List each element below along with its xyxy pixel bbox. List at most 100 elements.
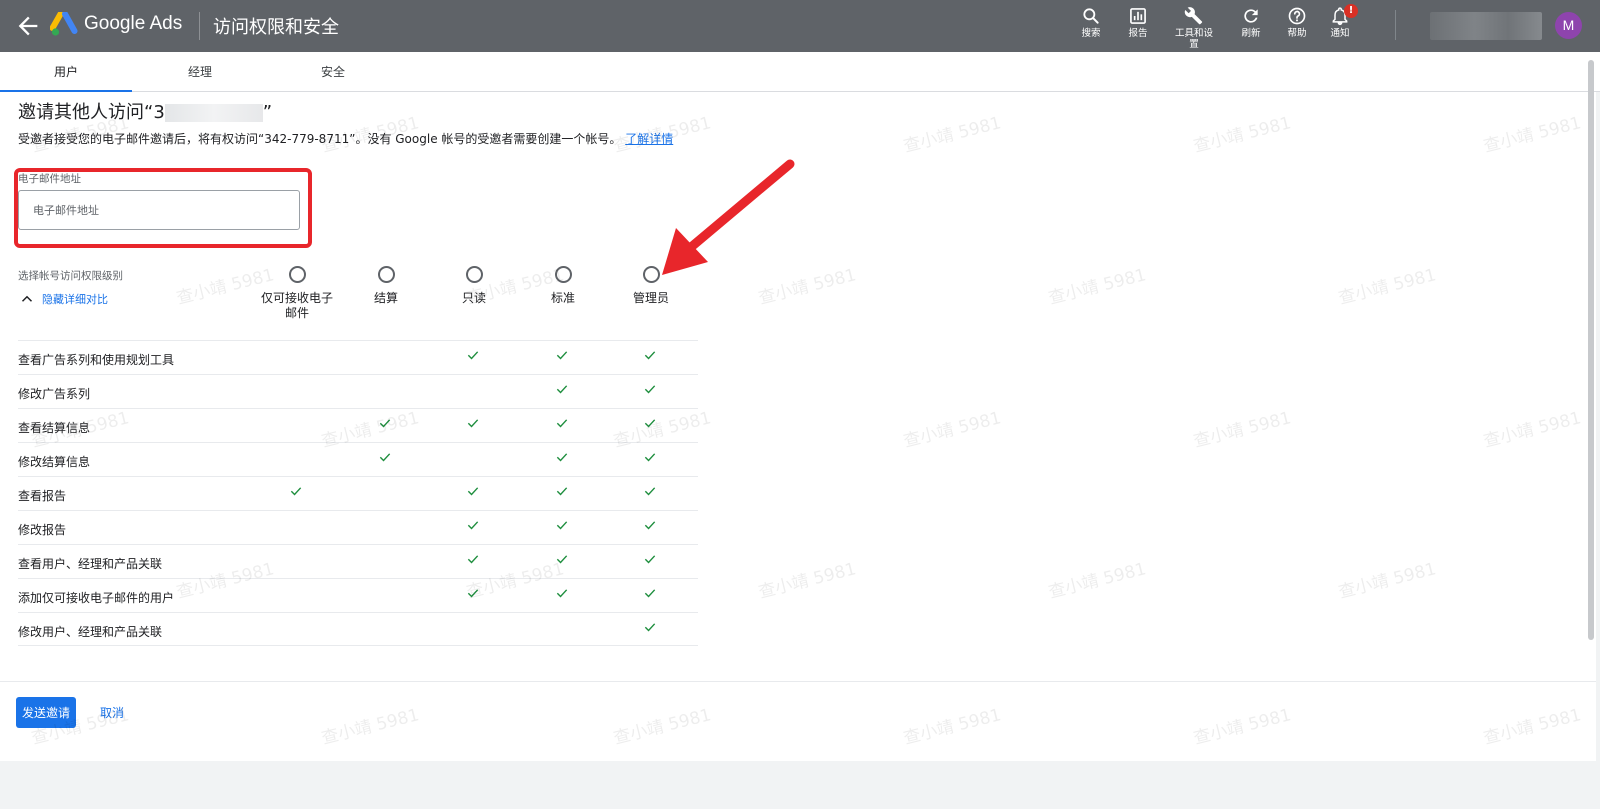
check-icon bbox=[556, 521, 568, 530]
invite-description: 受邀者接受您的电子邮件邀请后，将有权访问“342-779-8711”。没有 Go… bbox=[18, 130, 673, 147]
check-icon bbox=[556, 453, 568, 462]
permission-label: 修改报告 bbox=[18, 523, 67, 537]
radio-billing[interactable] bbox=[377, 266, 395, 283]
invite-title-prefix: 邀请其他人访问“3 bbox=[18, 102, 165, 123]
refresh-icon bbox=[1244, 9, 1258, 23]
back-arrow-icon[interactable] bbox=[14, 12, 42, 40]
top-app-bar: Google Ads 访问权限和安全 搜索 报告 工具和设置 刷新 帮助 ! 通… bbox=[0, 0, 1600, 52]
notification-badge: ! bbox=[1344, 4, 1358, 18]
role-label-admin: 管理员 bbox=[632, 291, 669, 305]
check-icon bbox=[556, 487, 568, 496]
tab-bar: 用户 经理 安全 bbox=[0, 52, 1600, 93]
permission-label: 添加仅可接收电子邮件的用户 bbox=[18, 591, 175, 605]
check-icon bbox=[644, 351, 656, 360]
permission-label: 查看广告系列和使用规划工具 bbox=[18, 353, 175, 367]
wrench-icon bbox=[1184, 7, 1203, 25]
cancel-button[interactable]: 取消 bbox=[92, 697, 132, 728]
role-admin: 管理员 bbox=[606, 266, 696, 306]
check-icon bbox=[556, 555, 568, 564]
invite-card: 邀请其他人访问“3 ” 受邀者接受您的电子邮件邀请后，将有权访问“342-779-… bbox=[0, 92, 1596, 761]
chevron-up-icon bbox=[21, 295, 33, 302]
reports-tool-label: 报告 bbox=[1128, 28, 1148, 39]
radio-admin[interactable] bbox=[642, 266, 660, 283]
account-info-redacted[interactable] bbox=[1430, 12, 1542, 40]
role-billing: 结算 bbox=[341, 266, 431, 306]
hide-comparison-label: 隐藏详细对比 bbox=[42, 293, 108, 306]
check-icon bbox=[556, 385, 568, 394]
bar-chart-icon bbox=[1130, 8, 1146, 24]
permission-label: 查看结算信息 bbox=[18, 421, 91, 435]
permission-row: 查看结算信息 bbox=[18, 408, 698, 442]
invite-description-text: 受邀者接受您的电子邮件邀请后，将有权访问“342-779-8711”。没有 Go… bbox=[18, 132, 622, 146]
permission-row: 查看报告 bbox=[18, 476, 698, 510]
check-icon bbox=[467, 419, 479, 428]
permission-label: 修改广告系列 bbox=[18, 387, 91, 401]
permission-comparison-table: 查看广告系列和使用规划工具 修改广告系列 查看结算信息 修改结算信息 查看报告修改报告查… bbox=[18, 340, 698, 646]
email-input[interactable] bbox=[18, 190, 300, 230]
check-icon bbox=[644, 589, 656, 598]
role-label-billing: 结算 bbox=[373, 291, 398, 305]
tab-users[interactable]: 用户 bbox=[0, 52, 132, 93]
tools-settings-label: 工具和设置 bbox=[1174, 28, 1213, 50]
help-icon bbox=[1288, 7, 1306, 25]
notifications-tool-label: 通知 bbox=[1330, 28, 1350, 39]
check-icon bbox=[556, 589, 568, 598]
check-icon bbox=[467, 487, 479, 496]
tab-security[interactable]: 安全 bbox=[267, 52, 399, 92]
page-scrollbar[interactable] bbox=[1588, 60, 1594, 640]
check-icon bbox=[644, 419, 656, 428]
check-icon bbox=[290, 487, 302, 496]
radio-standard[interactable] bbox=[554, 266, 572, 283]
check-icon bbox=[467, 589, 479, 598]
check-icon bbox=[644, 623, 656, 632]
permission-label: 修改用户、经理和产品关联 bbox=[18, 625, 163, 639]
role-read-only: 只读 bbox=[429, 266, 519, 306]
search-icon bbox=[1083, 8, 1099, 24]
hide-comparison-toggle[interactable]: 隐藏详细对比 bbox=[18, 290, 108, 308]
notifications-tool-button[interactable]: ! 通知 bbox=[1308, 4, 1372, 39]
access-level-label: 选择帐号访问权限级别 bbox=[18, 270, 123, 282]
check-icon bbox=[467, 521, 479, 530]
check-icon bbox=[644, 555, 656, 564]
send-invite-button[interactable]: 发送邀请 bbox=[16, 697, 76, 728]
tools-settings-button[interactable]: 工具和设置 bbox=[1162, 4, 1226, 50]
check-icon bbox=[379, 453, 391, 462]
permission-row: 查看广告系列和使用规划工具 bbox=[18, 340, 698, 374]
permission-row: 修改用户、经理和产品关联 bbox=[18, 612, 698, 646]
invite-title: 邀请其他人访问“3 ” bbox=[18, 98, 272, 124]
permission-row: 修改报告 bbox=[18, 510, 698, 544]
check-icon bbox=[644, 487, 656, 496]
check-icon bbox=[556, 351, 568, 360]
check-icon bbox=[644, 521, 656, 530]
check-icon bbox=[644, 385, 656, 394]
check-icon bbox=[644, 453, 656, 462]
permission-row: 添加仅可接收电子邮件的用户 bbox=[18, 578, 698, 612]
role-label-standard: 标准 bbox=[550, 291, 575, 305]
radio-email-only[interactable] bbox=[288, 266, 306, 283]
header-divider-right bbox=[1395, 10, 1396, 40]
reports-tool-button[interactable]: 报告 bbox=[1106, 4, 1170, 39]
permission-row: 修改广告系列 bbox=[18, 374, 698, 408]
check-icon bbox=[467, 351, 479, 360]
google-ads-logo-icon bbox=[50, 12, 78, 36]
header-divider bbox=[199, 12, 200, 40]
permission-label: 查看用户、经理和产品关联 bbox=[18, 557, 163, 571]
tab-managers[interactable]: 经理 bbox=[134, 52, 266, 92]
role-label-read-only: 只读 bbox=[461, 291, 486, 305]
permission-label: 查看报告 bbox=[18, 489, 67, 503]
permission-label: 修改结算信息 bbox=[18, 455, 91, 469]
check-icon bbox=[379, 419, 391, 428]
page-title: 访问权限和安全 bbox=[213, 17, 339, 38]
role-email-only: 仅可接收电子邮件 bbox=[252, 266, 342, 321]
check-icon bbox=[556, 419, 568, 428]
product-name: Google Ads bbox=[84, 13, 183, 34]
permission-row: 查看用户、经理和产品关联 bbox=[18, 544, 698, 578]
email-field-label: 电子邮件地址 bbox=[18, 173, 81, 185]
footer-divider bbox=[0, 681, 1596, 682]
radio-read-only[interactable] bbox=[465, 266, 483, 283]
avatar[interactable]: M bbox=[1555, 12, 1582, 39]
learn-more-link[interactable]: 了解详情 bbox=[625, 132, 673, 146]
redacted-account-name bbox=[164, 104, 263, 122]
permission-row: 修改结算信息 bbox=[18, 442, 698, 476]
check-icon bbox=[467, 555, 479, 564]
